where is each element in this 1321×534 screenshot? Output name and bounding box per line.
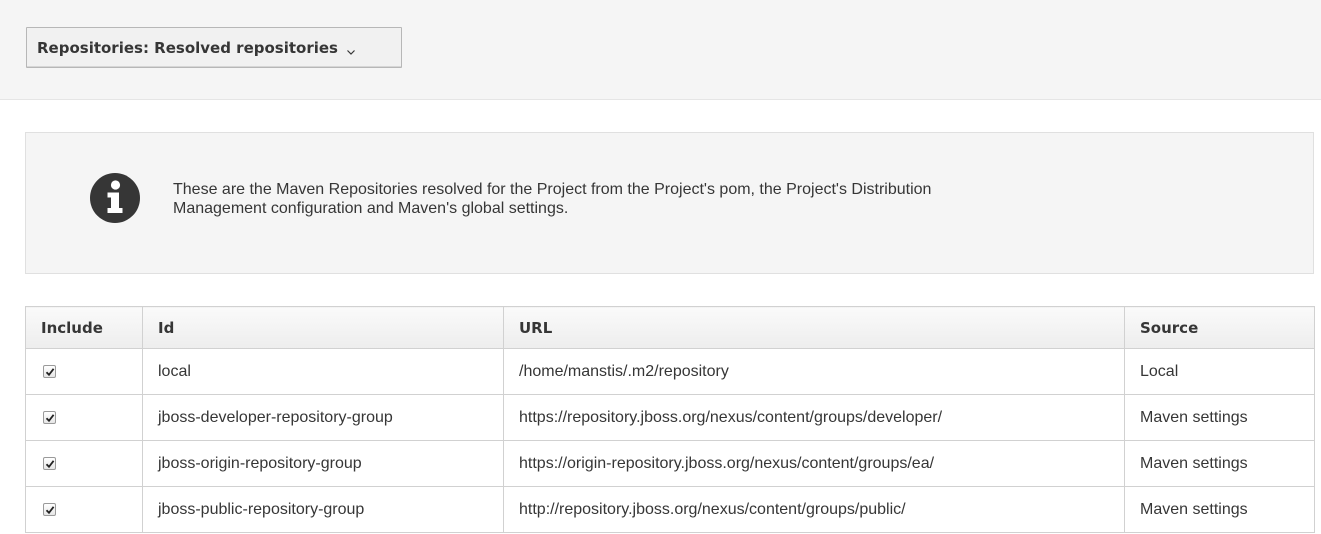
column-header-url: URL <box>503 306 1125 349</box>
dropdown-label: Repositories: Resolved repositories <box>37 38 338 57</box>
include-cell <box>25 348 143 395</box>
include-checkbox[interactable] <box>43 502 56 516</box>
column-header-id: Id <box>142 306 504 349</box>
repository-url: https://repository.jboss.org/nexus/conte… <box>503 394 1125 441</box>
repository-source: Maven settings <box>1124 486 1315 533</box>
include-cell <box>25 440 143 487</box>
repositories-view-dropdown[interactable]: Repositories: Resolved repositories <box>26 27 402 68</box>
table-header-row: Include Id URL Source <box>25 306 1315 349</box>
repository-url: http://repository.jboss.org/nexus/conten… <box>503 486 1125 533</box>
info-panel: These are the Maven Repositories resolve… <box>25 132 1314 274</box>
info-message: These are the Maven Repositories resolve… <box>173 180 1273 218</box>
repository-url: https://origin-repository.jboss.org/nexu… <box>503 440 1125 487</box>
info-message-line-1: These are the Maven Repositories resolve… <box>173 181 932 198</box>
column-header-include: Include <box>25 306 143 349</box>
include-checkbox[interactable] <box>43 456 56 470</box>
info-message-line-2: Management configuration and Maven's glo… <box>173 200 569 217</box>
repository-id: jboss-public-repository-group <box>142 486 504 533</box>
repository-source: Maven settings <box>1124 440 1315 487</box>
include-checkbox[interactable] <box>43 364 56 378</box>
chevron-down-icon <box>346 43 356 55</box>
repository-id: jboss-developer-repository-group <box>142 394 504 441</box>
repository-source: Maven settings <box>1124 394 1315 441</box>
repository-url: /home/manstis/.m2/repository <box>503 348 1125 395</box>
include-checkbox[interactable] <box>43 410 56 424</box>
info-icon <box>88 171 142 225</box>
include-cell <box>25 486 143 533</box>
table-row: jboss-origin-repository-group https://or… <box>25 440 1315 487</box>
column-header-source: Source <box>1124 306 1315 349</box>
include-cell <box>25 394 143 441</box>
table-row: jboss-public-repository-group http://rep… <box>25 486 1315 533</box>
repository-id: local <box>142 348 504 395</box>
table-row: local /home/manstis/.m2/repository Local <box>25 348 1315 395</box>
toolbar: Repositories: Resolved repositories <box>0 0 1321 100</box>
table-row: jboss-developer-repository-group https:/… <box>25 394 1315 441</box>
repositories-table: Include Id URL Source local /home/mansti… <box>25 306 1315 533</box>
repository-id: jboss-origin-repository-group <box>142 440 504 487</box>
repository-source: Local <box>1124 348 1315 395</box>
